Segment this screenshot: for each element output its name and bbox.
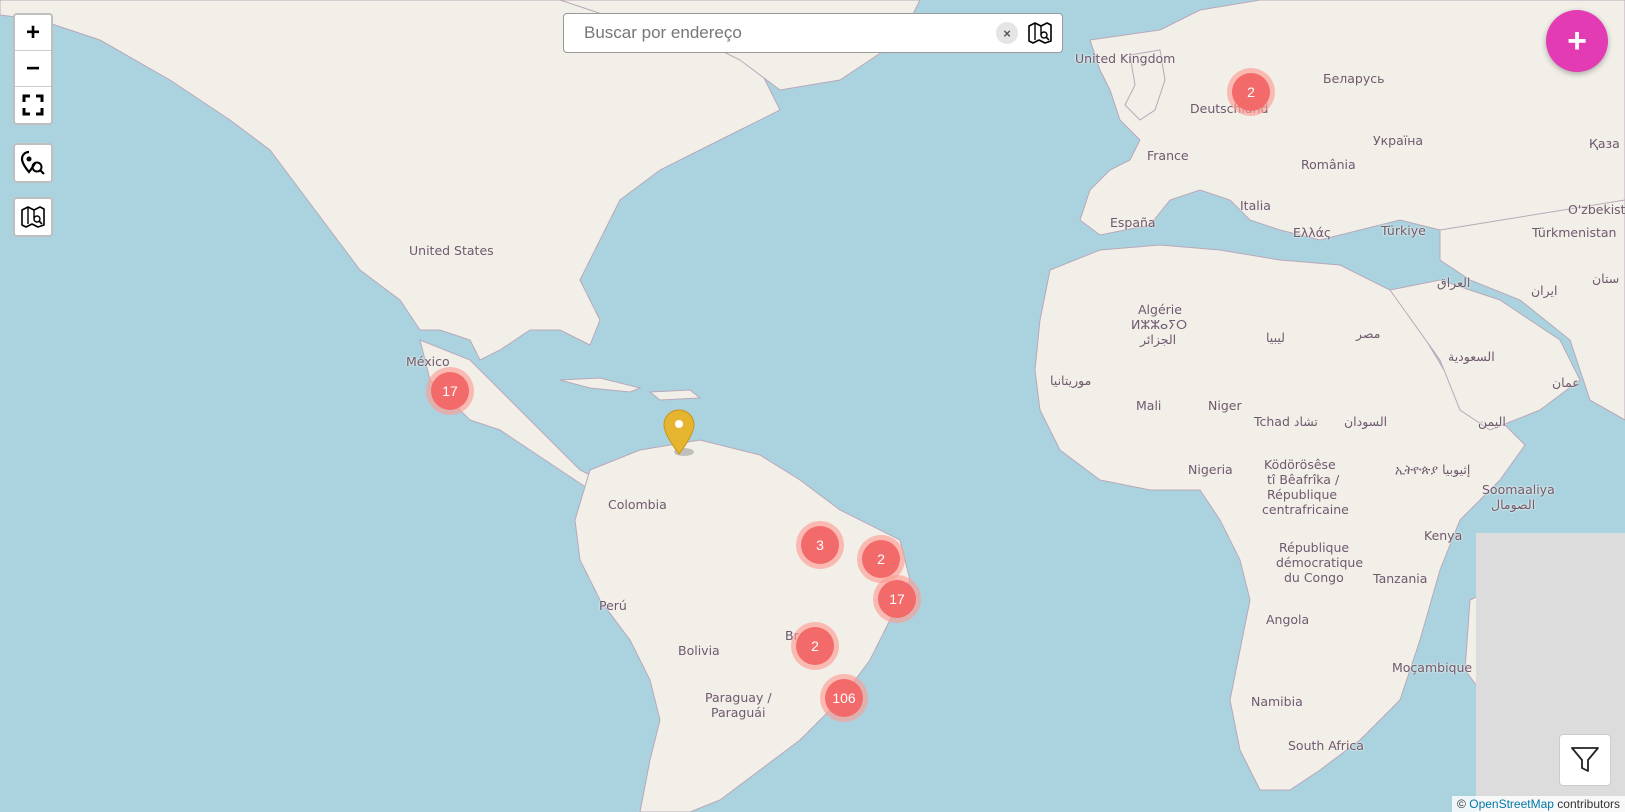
cluster-count: 2 [1232, 73, 1270, 111]
country-label: Namibia [1251, 694, 1303, 709]
country-label: démocratique [1276, 555, 1364, 570]
marker-cluster[interactable]: 3 [796, 521, 844, 569]
map-attribution: © OpenStreetMap contributors [1452, 796, 1625, 812]
basemap [0, 0, 1625, 812]
cluster-count: 2 [862, 540, 900, 578]
country-label: United Kingdom [1075, 51, 1176, 66]
locate-search-button[interactable] [15, 145, 51, 181]
country-label: Soomaaliya [1482, 482, 1555, 497]
country-label: ليبيا [1266, 330, 1285, 345]
country-label: مصر [1356, 326, 1381, 341]
country-label: tî Bêafrîka / [1267, 472, 1340, 487]
country-label: République [1279, 540, 1350, 555]
country-label: Беларусь [1323, 71, 1385, 86]
marker-cluster[interactable]: 2 [1227, 68, 1275, 116]
country-label: السودان [1344, 414, 1388, 429]
layers-control [13, 197, 53, 237]
country-label: Paraguay / [705, 690, 772, 705]
attribution-copyright: © [1457, 797, 1466, 811]
country-label: اليمن [1478, 414, 1506, 429]
country-label: South Africa [1288, 738, 1364, 753]
country-label: Niger [1208, 398, 1242, 413]
folded-map-icon [1028, 22, 1052, 44]
address-search-input[interactable] [564, 23, 996, 43]
land-europe [1079, 0, 1625, 241]
attribution-suffix: contributors [1557, 797, 1620, 811]
country-label: Mali [1136, 398, 1162, 413]
locate-control [13, 143, 53, 183]
zoom-control: + − [13, 13, 53, 125]
country-label: الصومال [1491, 497, 1536, 512]
cluster-count: 106 [825, 679, 863, 717]
marker-cluster[interactable]: 106 [820, 674, 868, 722]
country-label: عمان [1552, 375, 1580, 390]
openstreetmap-link[interactable]: OpenStreetMap [1469, 797, 1554, 811]
country-label: Tanzania [1373, 571, 1428, 586]
country-label: Nigeria [1188, 462, 1233, 477]
cluster-count: 17 [878, 580, 916, 618]
country-label: موريتانيا [1050, 373, 1092, 388]
land-hispaniola [648, 389, 702, 401]
country-label: centrafricaine [1262, 502, 1349, 517]
country-label: السعودية [1448, 349, 1495, 364]
fullscreen-icon [22, 94, 44, 116]
map-canvas[interactable]: United Kingdom Беларусь Deutschland Укра… [0, 0, 1625, 812]
country-label: ኢትዮጵያ إثيوبيا [1395, 462, 1471, 477]
country-label: France [1147, 148, 1189, 163]
country-label: Ködörösêse [1264, 457, 1336, 472]
map-pin-search-icon [20, 150, 45, 175]
marker-cluster[interactable]: 17 [873, 575, 921, 623]
map-marker-pin[interactable] [662, 408, 696, 458]
country-label: O'zbekist [1568, 202, 1625, 217]
zoom-out-button[interactable]: − [15, 51, 51, 87]
map-search-button[interactable] [1026, 19, 1054, 47]
zoom-in-button[interactable]: + [15, 15, 51, 51]
address-search-bar: × [563, 13, 1063, 53]
filter-icon [1571, 747, 1599, 772]
country-label: Moçambique [1392, 660, 1473, 675]
country-label: République [1267, 487, 1338, 502]
country-label: Angola [1266, 612, 1310, 627]
cluster-count: 17 [431, 372, 469, 410]
country-label: Türkmenistan [1532, 225, 1617, 240]
marker-cluster[interactable]: 2 [791, 622, 839, 670]
country-label: Türkiye [1381, 223, 1426, 238]
country-label: ستان [1592, 271, 1620, 286]
folded-map-icon [21, 206, 45, 228]
country-label: España [1110, 215, 1156, 230]
clear-search-button[interactable]: × [996, 22, 1018, 44]
country-label: România [1301, 157, 1356, 172]
country-label: Paraguái [711, 705, 766, 720]
country-label: Italia [1240, 198, 1271, 213]
country-label: Algérie [1138, 302, 1182, 317]
country-label: العراق [1437, 275, 1471, 290]
country-label: United States [409, 243, 494, 258]
add-button[interactable]: + [1546, 10, 1608, 72]
country-label: Ελλάς [1293, 225, 1332, 240]
filter-button[interactable] [1559, 734, 1611, 786]
country-label: Perú [599, 598, 627, 613]
country-label: Bolivia [678, 643, 720, 658]
country-label: Қаза [1589, 136, 1620, 151]
country-label: Tchad تشاد [1254, 414, 1318, 429]
fullscreen-button[interactable] [15, 87, 51, 123]
map-pin-icon [663, 409, 695, 456]
cluster-count: 3 [801, 526, 839, 564]
country-label: Україна [1373, 133, 1424, 148]
country-label: الجزائر [1140, 332, 1177, 347]
marker-cluster[interactable]: 17 [426, 367, 474, 415]
cluster-count: 2 [796, 627, 834, 665]
country-label: Kenya [1424, 528, 1463, 543]
map-layers-button[interactable] [15, 199, 51, 235]
country-label: ⵍⵣⵣⴰⵢⵔ [1131, 317, 1188, 332]
country-label: Colombia [608, 497, 667, 512]
country-label: ايران [1531, 283, 1558, 298]
country-label: du Congo [1284, 570, 1344, 585]
